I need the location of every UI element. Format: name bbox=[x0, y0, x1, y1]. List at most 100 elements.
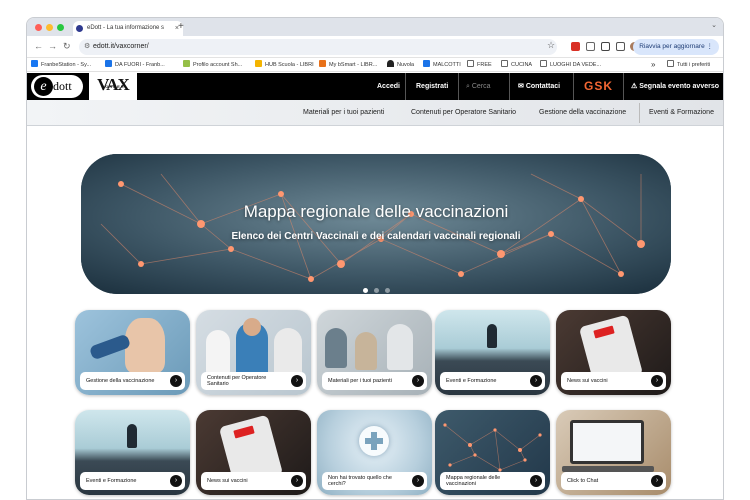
site-info-icon[interactable]: ⚙ bbox=[84, 39, 90, 55]
arrow-right-icon[interactable]: › bbox=[651, 475, 663, 487]
card-label: Contenuti per Operatore Sanitario › bbox=[201, 372, 306, 390]
bookmark-star-icon[interactable]: ☆ bbox=[547, 40, 555, 51]
maximize-window-icon[interactable] bbox=[57, 24, 64, 31]
card-mappa-regionale[interactable]: Mappa regionale delle vaccinazioni › bbox=[435, 410, 550, 495]
arrow-right-icon[interactable]: › bbox=[291, 375, 303, 387]
register-link[interactable]: Registrati bbox=[416, 73, 448, 100]
card-label: Gestione della vaccinazione › bbox=[80, 372, 185, 390]
minimize-window-icon[interactable] bbox=[46, 24, 53, 31]
bookmark-label: FranbeStation - Sy... bbox=[41, 62, 92, 68]
subnav-eventi[interactable]: Eventi & Formazione bbox=[649, 100, 714, 126]
card-label-text: News sui vaccini bbox=[207, 477, 248, 484]
card-contenuti-operatore[interactable]: Contenuti per Operatore Sanitario › bbox=[196, 310, 311, 395]
update-label: Riavvia per aggiornare bbox=[639, 43, 705, 50]
bookmark-item[interactable]: MALCOTTI bbox=[423, 60, 461, 70]
close-window-icon[interactable] bbox=[35, 24, 42, 31]
arrow-right-icon[interactable]: › bbox=[530, 375, 542, 387]
arrow-right-icon[interactable]: › bbox=[412, 375, 424, 387]
vax-corner-logo[interactable]: VAX CORNER bbox=[89, 73, 137, 100]
arrow-right-icon[interactable]: › bbox=[530, 475, 542, 487]
card-non-hai-trovato[interactable]: Non hai trovato quello che cerchi? › bbox=[317, 410, 432, 495]
carousel-dot[interactable] bbox=[384, 288, 390, 293]
browser-window: eDott - La tua informazione s × + ⌄ ← → … bbox=[26, 17, 724, 500]
all-bookmarks-folder[interactable]: Tutti i preferiti bbox=[667, 60, 710, 70]
arrow-right-icon[interactable]: › bbox=[651, 375, 663, 387]
new-tab-button[interactable]: + bbox=[178, 21, 184, 33]
card-label-text: Click to Chat bbox=[567, 477, 599, 484]
forward-icon[interactable]: → bbox=[48, 41, 57, 52]
card-label-text: Mappa regionale delle vaccinazioni bbox=[446, 474, 501, 488]
login-link[interactable]: Accedi bbox=[377, 73, 400, 100]
card-label: Eventi e Formazione › bbox=[440, 372, 545, 390]
report-adverse-event-link[interactable]: ⚠ Segnala evento avverso bbox=[631, 73, 719, 100]
hero-subtitle: Elenco dei Centri Vaccinali e dei calend… bbox=[231, 231, 521, 242]
url-field[interactable]: ⚙ edott.it/vaxcorner/ bbox=[79, 39, 557, 55]
subnav-gestione[interactable]: Gestione della vaccinazione bbox=[539, 100, 626, 126]
search-field[interactable]: ⌕ Cerca bbox=[466, 73, 491, 100]
extension-puzzle-icon[interactable] bbox=[586, 42, 595, 51]
arrow-right-icon[interactable]: › bbox=[170, 375, 182, 387]
card-label: News sui vaccini › bbox=[561, 372, 666, 390]
card-label-text: Eventi e Formazione bbox=[446, 377, 497, 384]
more-bookmarks-icon[interactable]: » bbox=[651, 60, 655, 70]
edott-logo[interactable]: e dott bbox=[31, 75, 83, 98]
bookmark-label: Tutti i preferiti bbox=[677, 62, 711, 68]
bookmark-item[interactable]: FranbeStation - Sy... bbox=[31, 60, 91, 70]
bookmarks-bar: FranbeStation - Sy... DA FUORI - Franb..… bbox=[27, 58, 723, 72]
logo-text: dott bbox=[53, 79, 72, 93]
card-gestione-vaccinazione[interactable]: Gestione della vaccinazione › bbox=[75, 310, 190, 395]
gsk-logo[interactable]: GSK bbox=[584, 79, 613, 93]
bookmark-folder[interactable]: LUOGHI DA VEDE... bbox=[540, 60, 601, 70]
browser-tab[interactable]: eDott - La tua informazione s × bbox=[73, 21, 183, 36]
bookmark-item[interactable]: Profilo account Sh... bbox=[183, 60, 242, 70]
extension-icon[interactable] bbox=[601, 42, 610, 51]
back-icon[interactable]: ← bbox=[34, 41, 43, 52]
tab-strip: eDott - La tua informazione s × + ⌄ bbox=[27, 18, 723, 36]
extension-adobe-icon[interactable] bbox=[571, 42, 580, 51]
card-eventi-formazione[interactable]: Eventi e Formazione › bbox=[435, 310, 550, 395]
card-label: Non hai trovato quello che cerchi? › bbox=[322, 472, 427, 490]
card-news-vaccini[interactable]: News sui vaccini › bbox=[556, 310, 671, 395]
side-panel-icon[interactable] bbox=[616, 42, 625, 51]
card-label-text: Eventi e Formazione bbox=[86, 477, 137, 484]
bookmark-label: MALCOTTI bbox=[433, 62, 461, 68]
contact-label: Contattaci bbox=[525, 83, 561, 90]
bookmark-item[interactable]: Nuvola bbox=[387, 60, 414, 70]
subnav-divider bbox=[639, 103, 640, 123]
card-news-vaccini-2[interactable]: News sui vaccini › bbox=[196, 410, 311, 495]
site-header: e dott VAX CORNER Accedi Registrati ⌕ Ce… bbox=[27, 73, 723, 100]
mail-icon: ✉ bbox=[518, 83, 524, 90]
carousel-dot[interactable] bbox=[362, 288, 368, 293]
subnav-materiali[interactable]: Materiali per i tuoi pazienti bbox=[303, 100, 384, 126]
contact-link[interactable]: ✉ Contattaci bbox=[518, 73, 560, 100]
nav-divider bbox=[573, 73, 574, 100]
bookmark-label: DA FUORI - Franb... bbox=[115, 62, 165, 68]
card-label-text: Non hai trovato quello che cerchi? bbox=[328, 474, 392, 488]
carousel-dot[interactable] bbox=[373, 288, 379, 293]
card-click-to-chat[interactable]: Click to Chat › bbox=[556, 410, 671, 495]
nav-divider bbox=[623, 73, 624, 100]
hero-title[interactable]: Mappa regionale delle vaccinazioni bbox=[81, 202, 671, 222]
logo-e: e bbox=[34, 77, 53, 96]
bookmark-folder[interactable]: FREE bbox=[467, 60, 492, 70]
arrow-right-icon[interactable]: › bbox=[170, 475, 182, 487]
card-label-text: Gestione della vaccinazione bbox=[86, 377, 155, 384]
search-placeholder: Cerca bbox=[471, 83, 491, 90]
card-eventi-formazione-2[interactable]: Eventi e Formazione › bbox=[75, 410, 190, 495]
update-button[interactable]: Riavvia per aggiornare ⋮ bbox=[633, 39, 719, 55]
bookmark-folder[interactable]: CUCINA bbox=[501, 60, 532, 70]
reload-icon[interactable]: ↻ bbox=[63, 41, 71, 52]
tab-search-icon[interactable]: ⌄ bbox=[711, 21, 717, 29]
card-materiali-pazienti[interactable]: Materiali per i tuoi pazienti › bbox=[317, 310, 432, 395]
hero-carousel[interactable]: Mappa regionale delle vaccinazioni Elenc… bbox=[81, 154, 671, 294]
nav-divider bbox=[509, 73, 510, 100]
bookmark-item[interactable]: My bSmart - LIBR... bbox=[319, 60, 377, 70]
section-nav: Materiali per i tuoi pazienti Contenuti … bbox=[27, 100, 723, 126]
bookmark-item[interactable]: DA FUORI - Franb... bbox=[105, 60, 165, 70]
arrow-right-icon[interactable]: › bbox=[412, 475, 424, 487]
tab-title: eDott - La tua informazione s bbox=[87, 25, 165, 31]
bookmark-item[interactable]: HUB Scuola - LIBRI bbox=[255, 60, 314, 70]
subnav-contenuti[interactable]: Contenuti per Operatore Sanitario bbox=[411, 100, 516, 126]
url-text: edott.it/vaxcorner/ bbox=[93, 43, 149, 50]
arrow-right-icon[interactable]: › bbox=[291, 475, 303, 487]
